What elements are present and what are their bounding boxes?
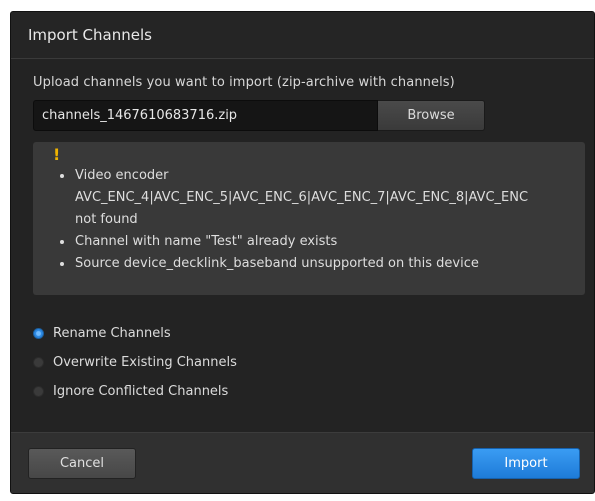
radio-ignore-conflicted[interactable]: Ignore Conflicted Channels: [33, 377, 594, 406]
dialog-footer: Cancel Import: [11, 432, 594, 493]
radio-label: Ignore Conflicted Channels: [53, 384, 229, 399]
radio-unselected-icon[interactable]: [33, 357, 44, 368]
warning-item: Video encoder: [53, 165, 585, 187]
warning-list: Video encoder AVC_ENC_4|AVC_ENC_5|AVC_EN…: [53, 165, 585, 275]
dialog-body: Upload channels you want to import (zip-…: [11, 59, 594, 406]
file-upload-row: Browse: [33, 100, 594, 131]
dialog-title: Import Channels: [28, 26, 152, 44]
cancel-button[interactable]: Cancel: [28, 448, 136, 479]
radio-unselected-icon[interactable]: [33, 386, 44, 397]
warning-item: Channel with name "Test" already exists: [53, 231, 585, 253]
file-path-input[interactable]: [33, 100, 378, 131]
radio-label: Rename Channels: [53, 326, 171, 341]
radio-rename-channels[interactable]: Rename Channels: [33, 319, 594, 348]
warning-item-continued: not found: [75, 212, 138, 227]
dialog-header: Import Channels: [11, 12, 594, 59]
browse-button[interactable]: Browse: [378, 100, 485, 131]
conflict-options: Rename Channels Overwrite Existing Chann…: [33, 319, 594, 406]
radio-label: Overwrite Existing Channels: [53, 355, 237, 370]
warning-item-continued: AVC_ENC_4|AVC_ENC_5|AVC_ENC_6|AVC_ENC_7|…: [75, 190, 529, 205]
radio-overwrite-existing[interactable]: Overwrite Existing Channels: [33, 348, 594, 377]
radio-selected-icon[interactable]: [33, 328, 44, 339]
warning-item: Source device_decklink_baseband unsuppor…: [53, 253, 585, 275]
import-button[interactable]: Import: [472, 448, 580, 479]
upload-label: Upload channels you want to import (zip-…: [33, 75, 455, 90]
import-channels-dialog: Import Channels Upload channels you want…: [10, 11, 595, 494]
warning-box: ! Video encoder AVC_ENC_4|AVC_ENC_5|AVC_…: [33, 142, 585, 295]
warning-icon: !: [53, 145, 61, 164]
